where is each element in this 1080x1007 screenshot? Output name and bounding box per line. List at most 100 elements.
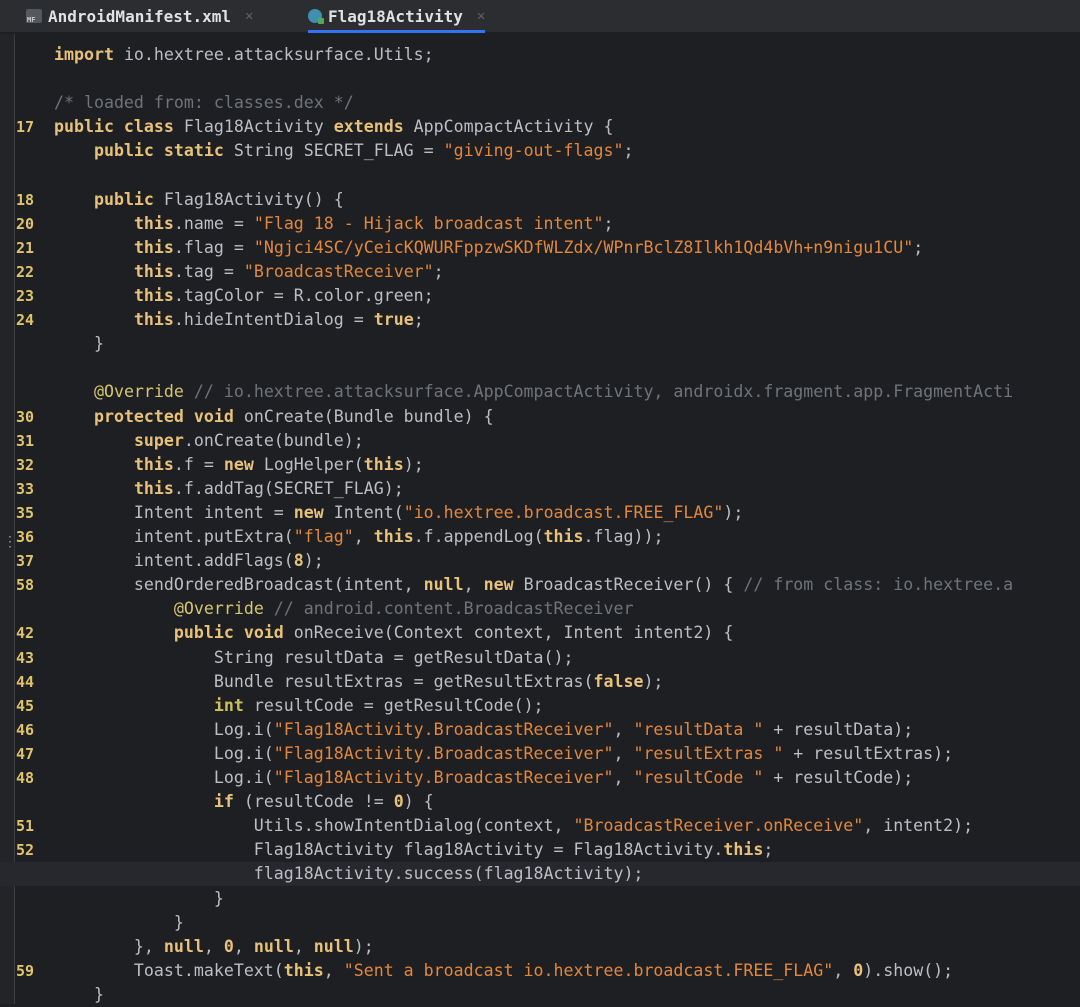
code-text: public class Flag18Activity extends AppC… — [54, 115, 613, 139]
code-line[interactable]: 17 public class Flag18Activity extends Ap… — [0, 115, 1080, 139]
code-line[interactable]: 45 int resultCode = getResultCode(); — [0, 694, 1080, 718]
code-token: "resultCode " — [633, 768, 764, 787]
code-token: ).show(); — [863, 960, 954, 980]
code-editor[interactable]: ⋮ import io.hextree.attacksurface.Utils;… — [0, 34, 1080, 1004]
code-token: } — [54, 334, 104, 354]
code-line[interactable]: flag18Activity.success(flag18Activity); — [0, 862, 1080, 887]
code-text: Utils.showIntentDialog(context, "Broadca… — [54, 814, 973, 838]
tab-label: Flag18Activity — [328, 6, 463, 26]
code-token: , — [233, 936, 254, 956]
line-number: 21 — [16, 238, 35, 257]
code-token: } — [54, 888, 224, 908]
tab-android-manifest[interactable]: AndroidManifest.xml ✕ — [26, 0, 253, 32]
code-token: .f.addTag(SECRET_FLAG); — [173, 478, 404, 498]
close-icon[interactable]: ✕ — [245, 8, 253, 24]
code-token: Log.i( — [54, 719, 274, 739]
code-line[interactable]: 42 public void onReceive(Context context… — [0, 621, 1080, 645]
code-token: public — [93, 189, 154, 209]
code-line[interactable]: 52 Flag18Activity flag18Activity = Flag1… — [0, 838, 1080, 862]
code-line[interactable]: 44 Bundle resultExtras = getResultExtras… — [0, 670, 1080, 694]
code-line[interactable]: }, null, 0, null, null); — [0, 935, 1080, 959]
line-number: 37 — [16, 552, 35, 571]
code-text: Bundle resultExtras = getResultExtras(fa… — [54, 670, 664, 694]
code-token: ); — [723, 502, 744, 522]
line-number: 58 — [16, 576, 35, 595]
code-line[interactable]: import io.hextree.attacksurface.Utils; — [0, 43, 1080, 67]
line-number: 59 — [16, 961, 35, 980]
code-line[interactable]: 32 this.f = new LogHelper(this); — [0, 453, 1080, 477]
code-line[interactable] — [0, 356, 1080, 380]
code-token: "io.hextree.broadcast.FREE_FLAG" — [403, 502, 724, 522]
code-line[interactable]: 21 this.flag = "Ngjci4SC/yCeicKQWURFppzw… — [0, 236, 1080, 260]
code-line[interactable]: /* loaded from: classes.dex */ — [0, 91, 1080, 115]
code-line[interactable]: 22 this.tag = "BroadcastReceiver"; — [0, 260, 1080, 284]
code-line[interactable]: if (resultCode != 0) { — [0, 790, 1080, 814]
code-line[interactable]: @Override // io.hextree.attacksurface.Ap… — [0, 380, 1080, 404]
code-text: Log.i("Flag18Activity.BroadcastReceiver"… — [54, 766, 913, 790]
code-text: Toast.makeText(this, "Sent a broadcast i… — [54, 959, 953, 983]
code-token: Intent intent = — [54, 502, 294, 522]
code-text: @Override // android.content.BroadcastRe… — [54, 597, 634, 621]
close-icon[interactable]: ✕ — [477, 8, 485, 24]
code-line[interactable]: public static String SECRET_FLAG = "givi… — [0, 139, 1080, 163]
code-token: ); — [403, 454, 424, 474]
code-line[interactable]: 58 sendOrderedBroadcast(intent, null, ne… — [0, 573, 1080, 597]
code-text: Flag18Activity flag18Activity = Flag18Ac… — [54, 838, 774, 862]
code-line[interactable]: 31 super.onCreate(bundle); — [0, 429, 1080, 453]
code-line[interactable]: } — [0, 887, 1080, 911]
code-token: this — [363, 454, 404, 474]
code-line[interactable]: 47 Log.i("Flag18Activity.BroadcastReceiv… — [0, 742, 1080, 766]
code-text: Log.i("Flag18Activity.BroadcastReceiver"… — [54, 742, 953, 766]
code-token: 0 — [853, 960, 864, 980]
code-token: super — [133, 430, 184, 450]
code-text: /* loaded from: classes.dex */ — [54, 91, 354, 115]
code-token: Toast.makeText( — [54, 960, 284, 980]
code-token: , — [833, 960, 854, 980]
code-line[interactable]: 30 protected void onCreate(Bundle bundle… — [0, 405, 1080, 429]
code-token: 8 — [293, 551, 304, 571]
code-token: .flag = — [173, 237, 254, 257]
code-line[interactable]: 46 Log.i("Flag18Activity.BroadcastReceiv… — [0, 718, 1080, 742]
code-token: new — [223, 454, 254, 474]
code-line[interactable]: 18 public Flag18Activity() { — [0, 188, 1080, 212]
code-line[interactable]: 33 this.f.addTag(SECRET_FLAG); — [0, 477, 1080, 501]
code-line[interactable]: 51 Utils.showIntentDialog(context, "Broa… — [0, 814, 1080, 838]
code-token: ) { — [403, 792, 434, 812]
code-token: .f.appendLog( — [413, 527, 544, 546]
code-line[interactable] — [0, 67, 1080, 91]
code-text: public static String SECRET_FLAG = "givi… — [54, 139, 634, 163]
line-number: 22 — [16, 262, 35, 281]
code-token: Flag18Activity flag18Activity = Flag18Ac… — [54, 840, 724, 860]
code-line[interactable]: 23 this.tagColor = R.color.green; — [0, 284, 1080, 308]
code-token: onCreate(Bundle bundle) { — [233, 406, 494, 426]
code-line[interactable]: } — [0, 911, 1080, 935]
code-token: } — [54, 984, 104, 1004]
code-line[interactable] — [0, 164, 1080, 188]
code-line[interactable]: } — [0, 983, 1080, 1007]
code-line[interactable]: 48 Log.i("Flag18Activity.BroadcastReceiv… — [0, 766, 1080, 790]
code-token: intent.putExtra( — [54, 527, 294, 546]
code-line[interactable]: 59 Toast.makeText(this, "Sent a broadcas… — [0, 959, 1080, 983]
code-token: Log.i( — [54, 768, 274, 787]
code-line[interactable]: 36 intent.putExtra("flag", this.f.append… — [0, 525, 1080, 549]
code-token: Log.i( — [54, 743, 274, 763]
code-token: ); — [643, 671, 664, 691]
code-text: public Flag18Activity() { — [54, 188, 344, 212]
code-line[interactable]: 35 Intent intent = new Intent("io.hextre… — [0, 501, 1080, 525]
code-token: protected void — [93, 406, 234, 426]
code-text: } — [54, 332, 104, 356]
code-token: "Ngjci4SC/yCeicKQWURFppzwSKDfWLZdx/WPnrB… — [253, 237, 914, 257]
line-number: 51 — [16, 817, 35, 836]
code-line[interactable]: @Override // android.content.BroadcastRe… — [0, 597, 1080, 621]
code-line[interactable]: 37 intent.addFlags(8); — [0, 549, 1080, 573]
code-line[interactable]: 20 this.name = "Flag 18 - Hijack broadca… — [0, 212, 1080, 236]
code-line[interactable]: } — [0, 332, 1080, 356]
code-line[interactable]: 43 String resultData = getResultData(); — [0, 646, 1080, 670]
tab-flag18activity[interactable]: Flag18Activity ✕ — [308, 0, 486, 33]
code-token: int — [213, 695, 244, 715]
code-line[interactable]: 24 this.hideIntentDialog = true; — [0, 308, 1080, 332]
